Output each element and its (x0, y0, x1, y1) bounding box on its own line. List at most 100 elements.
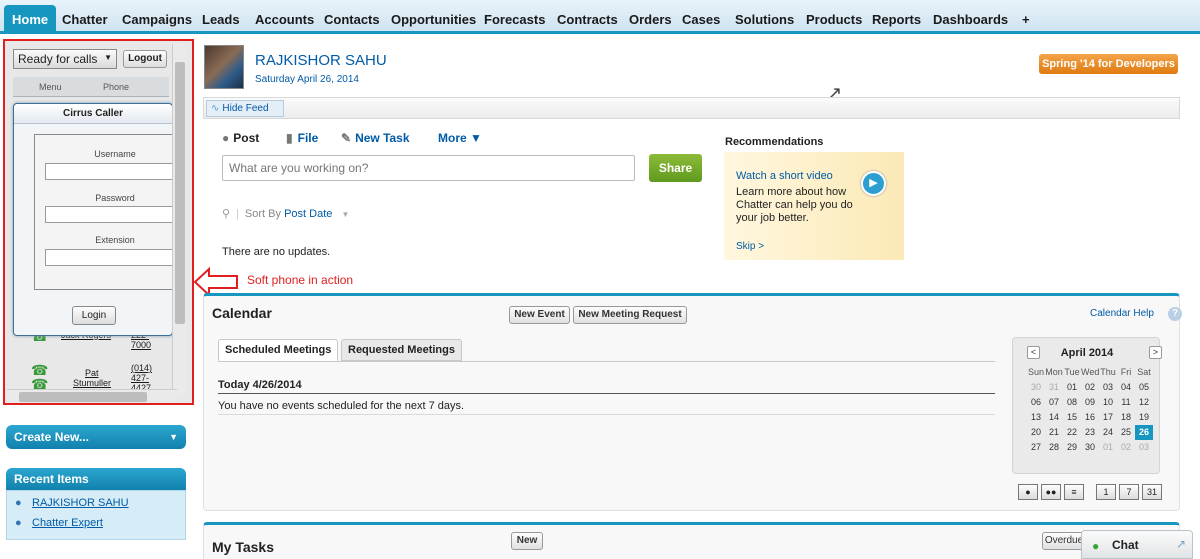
tab-file[interactable]: ▮ File (286, 131, 318, 145)
tab-more[interactable]: More ▼ (438, 131, 482, 145)
avatar[interactable] (204, 45, 244, 89)
tab-reports[interactable]: Reports (872, 5, 921, 34)
tab-accounts[interactable]: Accounts (255, 5, 314, 34)
calendar-day[interactable]: 02 (1117, 440, 1135, 455)
help-icon[interactable]: ? (1168, 307, 1182, 321)
tab-new-task[interactable]: ✎ New Task (341, 131, 410, 145)
password-field[interactable] (45, 206, 175, 223)
single-user-view-icon[interactable]: ● (1018, 484, 1038, 500)
calendar-day[interactable]: 18 (1117, 410, 1135, 425)
contact-name[interactable]: Stumuller (73, 378, 111, 388)
tab-products[interactable]: Products (806, 5, 862, 34)
calendar-day[interactable]: 24 (1099, 425, 1117, 440)
new-meeting-request-button[interactable]: New Meeting Request (573, 306, 687, 324)
list-view-icon[interactable]: ≡ (1064, 484, 1084, 500)
tab-scheduled-meetings[interactable]: Scheduled Meetings (218, 339, 339, 361)
calendar-day[interactable]: 09 (1081, 395, 1099, 410)
calendar-day[interactable]: 11 (1117, 395, 1135, 410)
calendar-day[interactable]: 04 (1117, 380, 1135, 395)
tab-menu[interactable]: Menu (39, 82, 62, 92)
extension-field[interactable] (45, 249, 175, 266)
scroll-thumb[interactable] (19, 392, 147, 402)
day-view-button[interactable]: 1 (1096, 484, 1116, 500)
tab-requested-meetings[interactable]: Requested Meetings (341, 339, 462, 361)
calendar-day[interactable]: 15 (1063, 410, 1081, 425)
release-badge[interactable]: Spring '14 for Developers (1039, 54, 1178, 74)
calendar-day[interactable]: 17 (1099, 410, 1117, 425)
watch-video-link[interactable]: Watch a short video (736, 170, 833, 182)
tab-forecasts[interactable]: Forecasts (484, 5, 545, 34)
sort-by-value[interactable]: Post Date (284, 208, 332, 220)
create-new-button[interactable]: Create New... ▼ (6, 425, 186, 449)
calendar-day[interactable]: 21 (1045, 425, 1063, 440)
tab-contracts[interactable]: Contracts (557, 5, 618, 34)
post-input[interactable]: What are you working on? (222, 155, 635, 181)
phone-icon[interactable]: ☎ (31, 363, 48, 377)
next-month-button[interactable]: > (1149, 346, 1162, 359)
week-view-button[interactable]: 7 (1119, 484, 1139, 500)
chat-bar[interactable]: ● Chat ↗ (1081, 530, 1193, 559)
calendar-day[interactable]: 03 (1099, 380, 1117, 395)
month-view-button[interactable]: 31 (1142, 484, 1162, 500)
logout-button[interactable]: Logout (123, 50, 167, 68)
skip-link[interactable]: Skip > (736, 241, 764, 252)
calendar-day[interactable]: 22 (1063, 425, 1081, 440)
multi-user-view-icon[interactable]: ●● (1041, 484, 1061, 500)
tab-dashboards[interactable]: Dashboards (933, 5, 1008, 34)
task-filter-select[interactable]: Overdue (1042, 532, 1086, 550)
calendar-day[interactable]: 30 (1081, 440, 1099, 455)
tab-post[interactable]: ● Post (222, 131, 259, 145)
call-status-select[interactable]: Ready for calls ▼ (13, 49, 117, 69)
calendar-day[interactable]: 06 (1027, 395, 1045, 410)
tab-campaigns[interactable]: Campaigns (122, 5, 192, 34)
calendar-day[interactable]: 20 (1027, 425, 1045, 440)
search-icon[interactable]: ⚲ (222, 208, 230, 220)
login-button[interactable]: Login (72, 306, 116, 325)
contact-phone[interactable]: (014) (131, 363, 152, 373)
calendar-day[interactable]: 08 (1063, 395, 1081, 410)
popout-icon[interactable]: ↗ (1176, 537, 1186, 551)
calendar-day[interactable]: 07 (1045, 395, 1063, 410)
scroll-thumb[interactable] (175, 62, 185, 324)
add-tab-button[interactable]: + (1022, 5, 1030, 34)
username-field[interactable] (45, 163, 175, 180)
tab-orders[interactable]: Orders (629, 5, 672, 34)
hide-feed-button[interactable]: ∿ Hide Feed (206, 100, 284, 117)
calendar-day[interactable]: 30 (1027, 380, 1045, 395)
recent-item[interactable]: ● RAJKISHOR SAHU (15, 497, 129, 509)
tab-phone[interactable]: Phone (103, 82, 129, 92)
calendar-day[interactable]: 13 (1027, 410, 1045, 425)
calendar-day[interactable]: 26 (1135, 425, 1153, 440)
tab-leads[interactable]: Leads (202, 5, 240, 34)
calendar-day[interactable]: 10 (1099, 395, 1117, 410)
calendar-day[interactable]: 01 (1063, 380, 1081, 395)
calendar-day[interactable]: 05 (1135, 380, 1153, 395)
calendar-day[interactable]: 02 (1081, 380, 1099, 395)
calendar-help-link[interactable]: Calendar Help (1090, 308, 1154, 319)
contact-phone[interactable]: 427- (131, 373, 149, 383)
calendar-day[interactable]: 28 (1045, 440, 1063, 455)
calendar-day[interactable]: 16 (1081, 410, 1099, 425)
new-task-button[interactable]: New (511, 532, 543, 550)
calendar-day[interactable]: 25 (1117, 425, 1135, 440)
calendar-day[interactable]: 03 (1135, 440, 1153, 455)
calendar-day[interactable]: 19 (1135, 410, 1153, 425)
recent-item[interactable]: ● Chatter Expert (15, 517, 103, 529)
share-button[interactable]: Share (649, 154, 702, 182)
calendar-day[interactable]: 12 (1135, 395, 1153, 410)
tab-cases[interactable]: Cases (682, 5, 720, 34)
tab-chatter[interactable]: Chatter (62, 5, 108, 34)
contact-name[interactable]: Pat (85, 368, 99, 378)
tab-solutions[interactable]: Solutions (735, 5, 794, 34)
feed-sort[interactable]: ⚲ | Sort By Post Date ▼ (222, 207, 349, 220)
calendar-day[interactable]: 14 (1045, 410, 1063, 425)
vertical-scrollbar[interactable] (172, 44, 186, 396)
tab-opportunities[interactable]: Opportunities (391, 5, 476, 34)
new-event-button[interactable]: New Event (509, 306, 570, 324)
calendar-day[interactable]: 01 (1099, 440, 1117, 455)
profile-name[interactable]: RAJKISHOR SAHU (255, 52, 387, 69)
calendar-day[interactable]: 27 (1027, 440, 1045, 455)
play-icon[interactable]: ▶ (861, 171, 886, 196)
tab-contacts[interactable]: Contacts (324, 5, 380, 34)
tab-home[interactable]: Home (4, 5, 57, 34)
